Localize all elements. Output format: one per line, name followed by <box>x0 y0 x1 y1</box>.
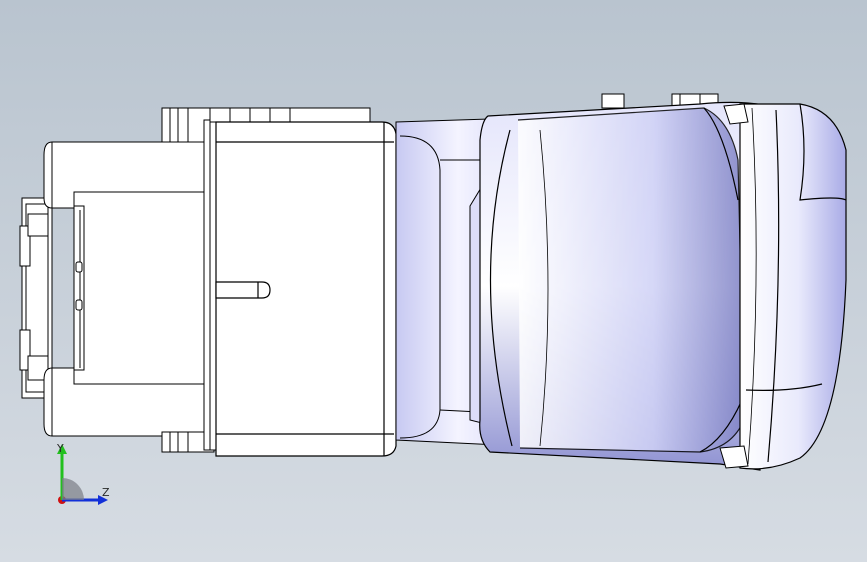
z-axis-label: Z <box>102 486 110 499</box>
rear-bracket <box>43 141 213 437</box>
motor-housing <box>215 121 397 457</box>
cover-hood <box>479 101 781 471</box>
graphics-viewport[interactable]: Y Z <box>0 0 867 562</box>
y-axis-label: Y <box>57 442 64 455</box>
3d-model-view[interactable] <box>0 0 867 562</box>
rear-connector-plate <box>19 197 53 399</box>
front-end-cap <box>739 103 847 470</box>
